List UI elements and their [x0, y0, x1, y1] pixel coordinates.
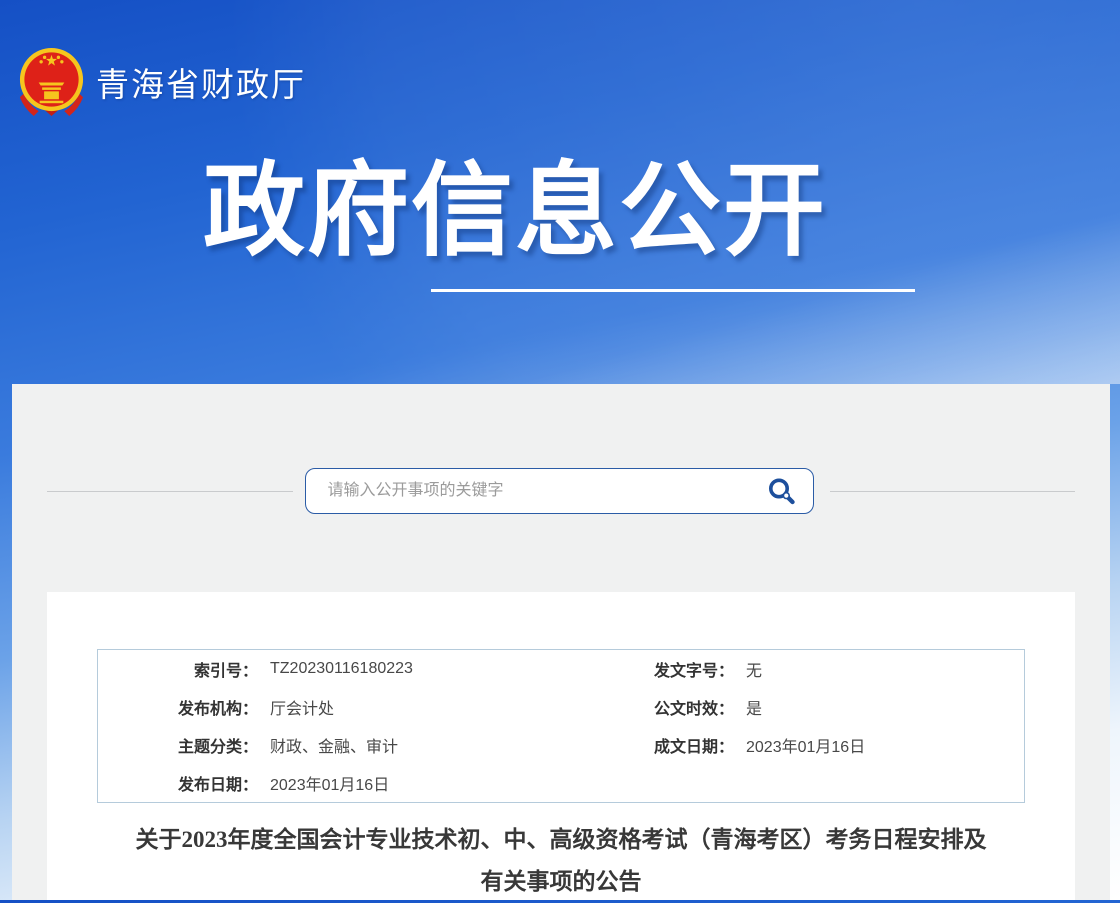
national-emblem-icon [16, 46, 87, 117]
meta-value: 无 [734, 657, 1024, 681]
article-title-line: 关于2023年度全国会计专业技术初、中、高级资格考试（青海考区）考务日程安排及 [47, 819, 1075, 861]
article-title-line: 有关事项的公告 [47, 861, 1075, 903]
meta-value: 财政、金融、审计 [258, 733, 650, 757]
meta-label: 发布日期： [98, 771, 258, 795]
search-box [305, 468, 814, 514]
meta-label: 公文时效： [650, 695, 734, 719]
document-meta-table: 索引号： TZ20230116180223 发文字号： 无 发布机构： 厅会计处… [97, 649, 1025, 803]
meta-label: 发文字号： [650, 657, 734, 681]
meta-value: 2023年01月16日 [734, 733, 1024, 757]
meta-value: TZ20230116180223 [258, 660, 650, 678]
meta-value: 厅会计处 [258, 695, 650, 719]
site-name: 青海省财政厅 [96, 58, 306, 106]
banner-title: 政府信息公开 [203, 156, 827, 266]
table-row: 发布日期： 2023年01月16日 [98, 764, 1024, 802]
meta-label: 发布机构： [98, 695, 258, 719]
article-title: 关于2023年度全国会计专业技术初、中、高级资格考试（青海考区）考务日程安排及 … [47, 819, 1075, 903]
banner-title-underline [431, 289, 915, 292]
search-row [47, 468, 1075, 514]
search-input[interactable] [305, 468, 814, 514]
search-icon [766, 476, 798, 508]
meta-label: 索引号： [98, 657, 258, 681]
site-brand[interactable]: 青海省财政厅 [16, 46, 306, 117]
meta-value: 是 [734, 695, 1024, 719]
meta-label: 成文日期： [650, 733, 734, 757]
search-button[interactable] [766, 476, 798, 508]
header-banner: 青海省财政厅 政府信息公开 [0, 0, 1120, 384]
meta-label: 主题分类： [98, 733, 258, 757]
table-row: 发布机构： 厅会计处 公文时效： 是 [98, 688, 1024, 726]
divider-line-right [830, 491, 1076, 492]
meta-value: 2023年01月16日 [258, 771, 650, 795]
table-row: 索引号： TZ20230116180223 发文字号： 无 [98, 650, 1024, 688]
document-sheet: 索引号： TZ20230116180223 发文字号： 无 发布机构： 厅会计处… [47, 592, 1075, 900]
content-panel: 索引号： TZ20230116180223 发文字号： 无 发布机构： 厅会计处… [12, 384, 1110, 900]
divider-line-left [47, 491, 293, 492]
table-row: 主题分类： 财政、金融、审计 成文日期： 2023年01月16日 [98, 726, 1024, 764]
